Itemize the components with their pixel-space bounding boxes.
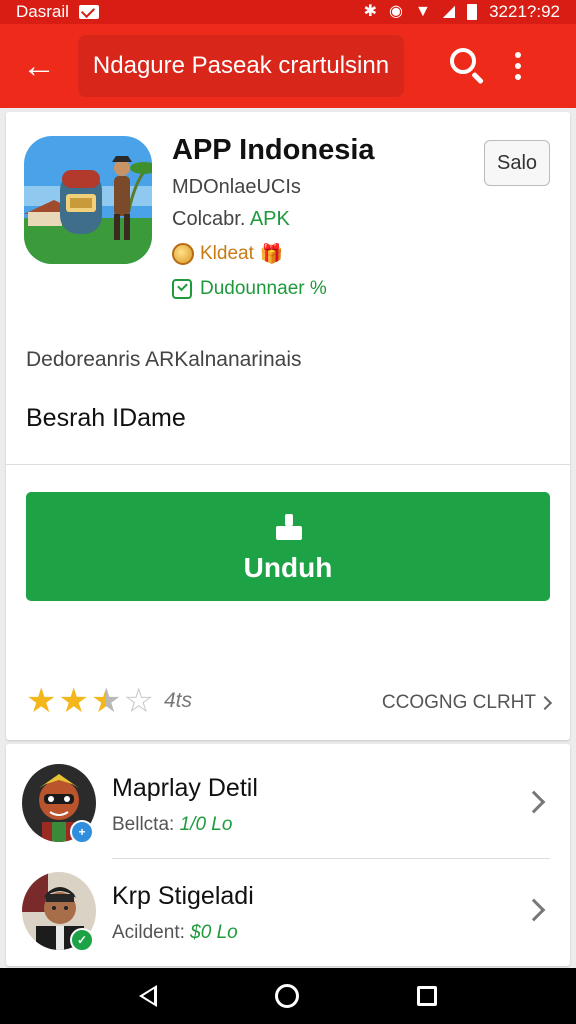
- back-button[interactable]: ←: [0, 24, 78, 108]
- download-label: Unduh: [243, 552, 333, 583]
- status-time: 3221?:92: [489, 2, 560, 21]
- sale-button[interactable]: Salo: [484, 140, 550, 186]
- related-list: + Maprlay Detil Bellcta: 1/0 Lo ✓ Krp St…: [6, 744, 570, 966]
- list-item-subtitle: Bellcta: 1/0 Lo: [112, 814, 233, 835]
- list-item[interactable]: + Maprlay Detil Bellcta: 1/0 Lo: [6, 752, 570, 860]
- app-category: Colcabr. APK: [172, 208, 290, 231]
- list-item-title: Krp Stigeladi: [112, 882, 254, 910]
- list-item-title: Maprlay Detil: [112, 774, 258, 802]
- avatar: ✓: [22, 872, 96, 952]
- app-icon: [24, 136, 152, 264]
- search-icon: [450, 48, 476, 74]
- rating-stars: ★ ★ ★ ☆ 4ts: [26, 684, 192, 718]
- avatar: +: [22, 764, 96, 844]
- system-nav-bar: [0, 968, 576, 1024]
- battery-icon: [467, 4, 478, 20]
- search-button[interactable]: [446, 44, 490, 88]
- badge-text: Kldeat: [200, 243, 254, 264]
- app-detail-card: APP Indonesia MDOnlaeUCIs Colcabr. APK K…: [6, 112, 570, 740]
- chevron-right-icon: [537, 695, 553, 711]
- badge-check-icon: ✓: [70, 928, 94, 952]
- screen: Dasrail ✱ ◉ ▼ ◢ 3221?:92 ← Ndagure Pasea…: [0, 0, 576, 1024]
- download-icon: [276, 514, 302, 540]
- bluetooth-icon: ✱: [363, 3, 377, 20]
- chevron-right-icon: [522, 898, 546, 922]
- check-icon: [172, 279, 192, 299]
- app-name: APP Indonesia: [172, 134, 375, 166]
- list-item-subtitle: Acildent: $0 Lo: [112, 922, 238, 943]
- nav-back-icon[interactable]: [139, 985, 157, 1007]
- checking-link[interactable]: CCOGNG CLRHT: [381, 692, 553, 714]
- arrow-left-icon: ←: [22, 46, 56, 85]
- verified-row: Dudounnaer %: [172, 278, 327, 300]
- nav-home-icon[interactable]: [275, 984, 299, 1008]
- wifi-icon: ▼: [414, 3, 431, 20]
- app-description: Dedoreanris ARKalnanarinais: [26, 348, 302, 371]
- star-half-icon: ★: [90, 682, 122, 720]
- category-prefix: Colcabr.: [172, 208, 246, 230]
- app-subtitle: Besrah IDame: [26, 404, 186, 432]
- star-empty-icon: ☆: [123, 682, 154, 720]
- mail-notification-icon: [78, 5, 99, 19]
- badge-row: Kldeat 🎁: [172, 242, 284, 266]
- coin-icon: [172, 243, 194, 265]
- signal-icon: ◢: [442, 3, 456, 20]
- gift-icon: 🎁: [259, 244, 284, 265]
- nav-recents-icon[interactable]: [417, 986, 437, 1006]
- alarm-icon: ◉: [388, 3, 403, 20]
- checking-text: CCOGNG CLRHT: [381, 692, 536, 713]
- verified-text: Dudounnaer %: [200, 278, 327, 299]
- app-bar-title: Ndagure Paseak crartulsinn: [78, 35, 404, 97]
- status-bar: Dasrail ✱ ◉ ▼ ◢ 3221?:92: [0, 0, 576, 24]
- download-button[interactable]: Unduh: [26, 492, 550, 601]
- more-vert-icon: [515, 52, 521, 58]
- rating-count: 4ts: [163, 689, 192, 712]
- category-tag: APK: [249, 208, 290, 230]
- badge-plus-icon: +: [70, 820, 94, 844]
- divider: [112, 858, 550, 859]
- status-left-text: Dasrail: [16, 2, 69, 21]
- app-developer: MDOnlaeUCIs: [172, 176, 301, 198]
- divider: [6, 464, 570, 465]
- app-bar: ← Ndagure Paseak crartulsinn: [0, 24, 576, 108]
- list-item[interactable]: ✓ Krp Stigeladi Acildent: $0 Lo: [6, 860, 570, 966]
- more-menu-button[interactable]: [506, 44, 530, 88]
- star-full-icon: ★: [58, 682, 89, 720]
- star-full-icon: ★: [26, 682, 57, 720]
- chevron-right-icon: [522, 790, 546, 814]
